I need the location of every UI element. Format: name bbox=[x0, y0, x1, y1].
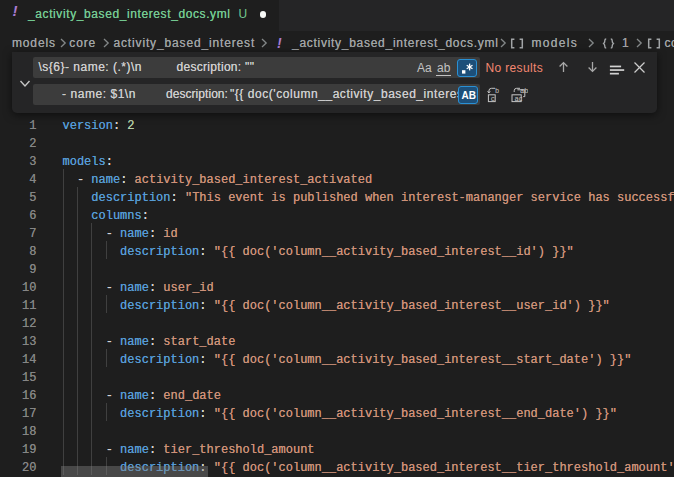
svg-text:b: b bbox=[495, 87, 499, 95]
